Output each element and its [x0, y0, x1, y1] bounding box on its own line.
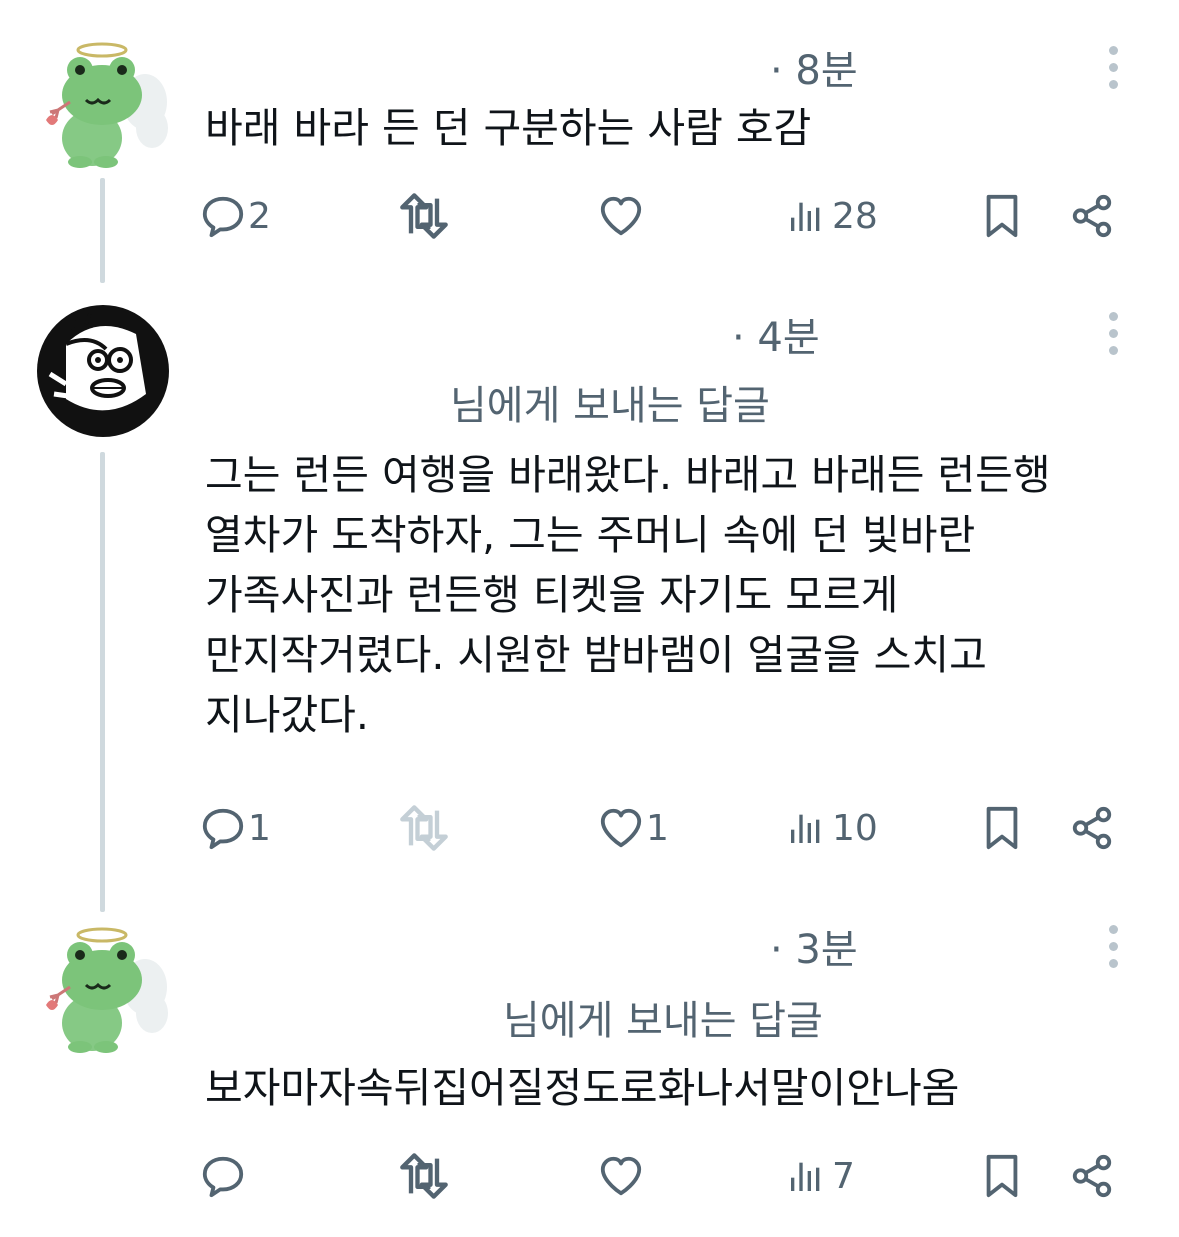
views-button[interactable]: 28 [786, 186, 878, 246]
avatar[interactable] [36, 304, 170, 438]
reply-icon [200, 1153, 246, 1199]
reply-to-label[interactable]: 님에게 보내는 답글 [503, 988, 823, 1046]
reply-button[interactable]: 2 [200, 186, 271, 246]
reply-count: 2 [248, 195, 271, 237]
post-time: · 8분 [770, 48, 858, 94]
thread-line [100, 178, 105, 283]
repost-icon [398, 802, 450, 854]
frog-angel-avatar [40, 925, 174, 1059]
heart-icon [598, 805, 644, 851]
repost-button[interactable] [398, 1146, 450, 1206]
thread-line [100, 452, 105, 912]
bookmark-icon [979, 193, 1025, 239]
repost-icon [398, 190, 450, 242]
share-icon [1069, 193, 1115, 239]
reply-to-label[interactable]: 님에게 보내는 답글 [450, 373, 770, 431]
reply-button[interactable] [200, 1146, 248, 1206]
share-icon [1069, 1153, 1115, 1199]
views-count: 7 [832, 1155, 855, 1197]
frog-angel-avatar [40, 40, 174, 174]
like-count: 1 [646, 807, 669, 849]
like-button[interactable] [598, 1146, 646, 1206]
views-button[interactable]: 10 [786, 798, 878, 858]
more-icon[interactable] [1103, 312, 1123, 360]
post-text: 보자마자속뒤집어질정도로화나서말이안나옴 [205, 1064, 960, 1112]
share-button[interactable] [1069, 1146, 1115, 1206]
action-bar: 1 1 10 [200, 798, 1160, 858]
heart-icon [598, 1153, 644, 1199]
views-icon [786, 1156, 826, 1196]
repost-icon [398, 1150, 450, 1202]
action-bar: 7 [200, 1146, 1160, 1206]
heart-icon [598, 193, 644, 239]
views-button[interactable]: 7 [786, 1146, 855, 1206]
views-icon [786, 808, 826, 848]
bookmark-button[interactable] [979, 1146, 1025, 1206]
post-time: · 3분 [770, 927, 858, 973]
share-button[interactable] [1069, 186, 1115, 246]
avatar[interactable] [40, 40, 174, 174]
more-icon[interactable] [1103, 925, 1123, 973]
views-count: 28 [832, 195, 878, 237]
reply-icon [200, 805, 246, 851]
repost-button[interactable] [398, 798, 450, 858]
cartoon-boy-avatar [36, 304, 170, 438]
like-button[interactable] [598, 186, 646, 246]
bookmark-button[interactable] [979, 186, 1025, 246]
post-text: 바래 바라 든 던 구분하는 사람 호감 [205, 104, 812, 152]
reply-count: 1 [248, 807, 271, 849]
post-time: · 4분 [732, 315, 820, 361]
bookmark-button[interactable] [979, 798, 1025, 858]
avatar[interactable] [40, 925, 174, 1059]
reply-button[interactable]: 1 [200, 798, 271, 858]
bookmark-icon [979, 1153, 1025, 1199]
action-bar: 2 28 [200, 186, 1160, 246]
reply-icon [200, 193, 246, 239]
like-button[interactable]: 1 [598, 798, 669, 858]
repost-button[interactable] [398, 186, 450, 246]
share-icon [1069, 805, 1115, 851]
bookmark-icon [979, 805, 1025, 851]
more-icon[interactable] [1103, 46, 1123, 94]
post-text: 그는 런든 여행을 바래왔다. 바래고 바래든 런든행 열차가 도착하자, 그는… [205, 451, 1051, 739]
views-icon [786, 196, 826, 236]
share-button[interactable] [1069, 798, 1115, 858]
views-count: 10 [832, 807, 878, 849]
